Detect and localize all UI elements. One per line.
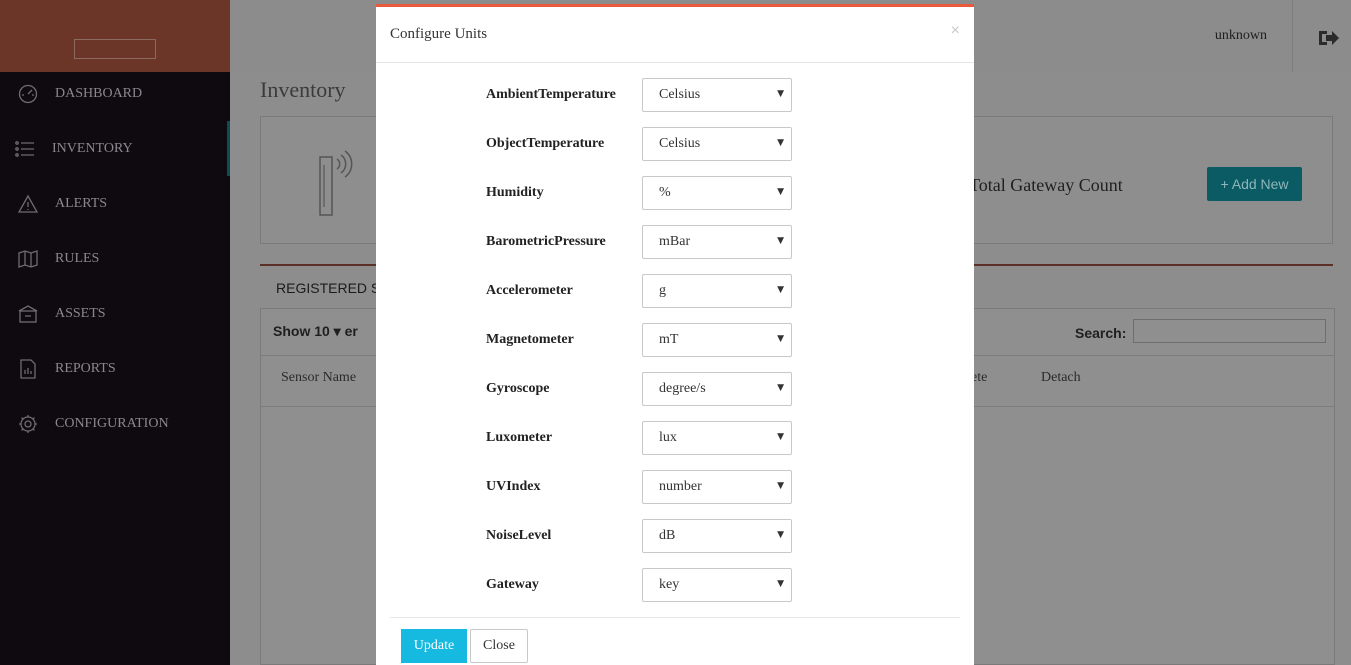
unit-row-uv-index: UVIndex number ▼ — [486, 470, 806, 504]
sidebar-item-inventory[interactable]: INVENTORY — [0, 121, 230, 176]
field-label: ObjectTemperature — [486, 136, 605, 151]
chevron-down-icon: ▼ — [777, 89, 784, 99]
field-label: Magnetometer — [486, 332, 574, 347]
user-name[interactable]: unknown — [1215, 28, 1267, 44]
logout-icon[interactable] — [1317, 28, 1341, 48]
search-label: Search: — [1075, 325, 1127, 341]
select-value: Celsius — [659, 136, 701, 151]
field-label: Accelerometer — [486, 283, 573, 298]
column-sensor-name[interactable]: Sensor Name — [281, 370, 356, 386]
modal-header: Configure Units × — [376, 7, 974, 63]
field-label: BarometricPressure — [486, 234, 606, 249]
chevron-down-icon: ▼ — [777, 383, 784, 393]
select-value: key — [659, 577, 680, 592]
book-icon — [18, 249, 38, 269]
field-label: NoiseLevel — [486, 528, 552, 543]
sidebar: DASHBOARD INVENTORY ALERTS RULES ASSETS … — [0, 0, 230, 665]
unit-select[interactable]: lux ▼ — [642, 421, 792, 455]
modal-title: Configure Units — [390, 26, 488, 42]
field-label: Luxometer — [486, 430, 553, 445]
alert-icon — [18, 194, 38, 214]
update-button[interactable]: Update — [401, 629, 467, 663]
chevron-down-icon: ▼ — [777, 432, 784, 442]
add-new-button[interactable]: + Add New — [1207, 167, 1302, 201]
sidebar-item-label: ASSETS — [55, 305, 106, 321]
chevron-down-icon: ▼ — [777, 285, 784, 295]
unit-select[interactable]: dB ▼ — [642, 519, 792, 553]
unit-select[interactable]: Celsius ▼ — [642, 78, 792, 112]
dashboard-icon — [18, 84, 38, 104]
unit-row-gateway: Gateway key ▼ — [486, 568, 806, 602]
unit-select[interactable]: degree/s ▼ — [642, 372, 792, 406]
chevron-down-icon: ▼ — [777, 138, 784, 148]
field-label: Gyroscope — [486, 381, 550, 396]
page-length-select[interactable]: Show 10 ▾ er — [273, 323, 358, 340]
field-label: Gateway — [486, 577, 539, 592]
select-value: number — [659, 479, 702, 494]
unit-row-object-temperature: ObjectTemperature Celsius ▼ — [486, 127, 806, 161]
select-value: degree/s — [659, 381, 706, 396]
field-label: Humidity — [486, 185, 544, 200]
column-detach[interactable]: Detach — [1041, 370, 1081, 386]
select-value: mBar — [659, 234, 691, 249]
sensor-icon — [315, 145, 355, 220]
unit-select[interactable]: mT ▼ — [642, 323, 792, 357]
sidebar-item-reports[interactable]: REPORTS — [0, 341, 230, 396]
select-value: dB — [659, 528, 676, 543]
unit-row-accelerometer: Accelerometer g ▼ — [486, 274, 806, 308]
logo[interactable] — [74, 39, 156, 59]
sidebar-item-label: CONFIGURATION — [55, 415, 169, 431]
chevron-down-icon: ▼ — [777, 530, 784, 540]
tab-registered-sensors[interactable]: REGISTERED SE — [276, 280, 390, 296]
unit-select[interactable]: number ▼ — [642, 470, 792, 504]
sidebar-item-label: RULES — [55, 250, 100, 266]
chevron-down-icon: ▼ — [777, 579, 784, 589]
unit-row-barometric-pressure: BarometricPressure mBar ▼ — [486, 225, 806, 259]
close-icon[interactable]: × — [951, 22, 960, 40]
unit-select[interactable]: Celsius ▼ — [642, 127, 792, 161]
list-icon — [15, 139, 35, 159]
unit-row-gyroscope: Gyroscope degree/s ▼ — [486, 372, 806, 406]
unit-select[interactable]: key ▼ — [642, 568, 792, 602]
report-icon — [18, 358, 38, 379]
chevron-down-icon: ▼ — [777, 481, 784, 491]
select-value: % — [659, 185, 671, 200]
unit-row-magnetometer: Magnetometer mT ▼ — [486, 323, 806, 357]
select-value: g — [659, 283, 666, 298]
unit-row-ambient-temperature: AmbientTemperature Celsius ▼ — [486, 78, 806, 112]
sidebar-item-alerts[interactable]: ALERTS — [0, 176, 230, 231]
chevron-down-icon: ▼ — [777, 187, 784, 197]
chevron-down-icon: ▼ — [777, 334, 784, 344]
sidebar-item-label: DASHBOARD — [55, 85, 143, 101]
select-value: lux — [659, 430, 677, 445]
field-label: AmbientTemperature — [486, 87, 616, 102]
select-value: mT — [659, 332, 679, 347]
sidebar-item-dashboard[interactable]: DASHBOARD — [0, 66, 230, 121]
gear-icon — [18, 414, 38, 434]
unit-select[interactable]: % ▼ — [642, 176, 792, 210]
select-value: Celsius — [659, 87, 701, 102]
sidebar-item-label: INVENTORY — [52, 140, 133, 156]
divider — [1292, 0, 1293, 72]
brand-header — [0, 0, 230, 72]
unit-row-luxometer: Luxometer lux ▼ — [486, 421, 806, 455]
sidebar-item-assets[interactable]: ASSETS — [0, 286, 230, 341]
gateway-count-label: Total Gateway Count — [969, 175, 1123, 195]
chevron-down-icon: ▼ — [777, 236, 784, 246]
page-title: Inventory — [260, 77, 346, 102]
field-label: UVIndex — [486, 479, 541, 494]
sidebar-item-rules[interactable]: RULES — [0, 231, 230, 286]
search-input[interactable] — [1133, 319, 1326, 343]
sidebar-item-configuration[interactable]: CONFIGURATION — [0, 396, 230, 451]
box-icon — [18, 304, 38, 324]
sidebar-item-label: ALERTS — [55, 195, 108, 211]
sidebar-item-label: REPORTS — [55, 360, 116, 376]
modal-footer: Update Close — [390, 617, 960, 665]
configure-units-modal: Configure Units × AmbientTemperature Cel… — [376, 4, 974, 665]
unit-select[interactable]: g ▼ — [642, 274, 792, 308]
unit-row-noise-level: NoiseLevel dB ▼ — [486, 519, 806, 553]
unit-select[interactable]: mBar ▼ — [642, 225, 792, 259]
unit-row-humidity: Humidity % ▼ — [486, 176, 806, 210]
close-button[interactable]: Close — [470, 629, 528, 663]
